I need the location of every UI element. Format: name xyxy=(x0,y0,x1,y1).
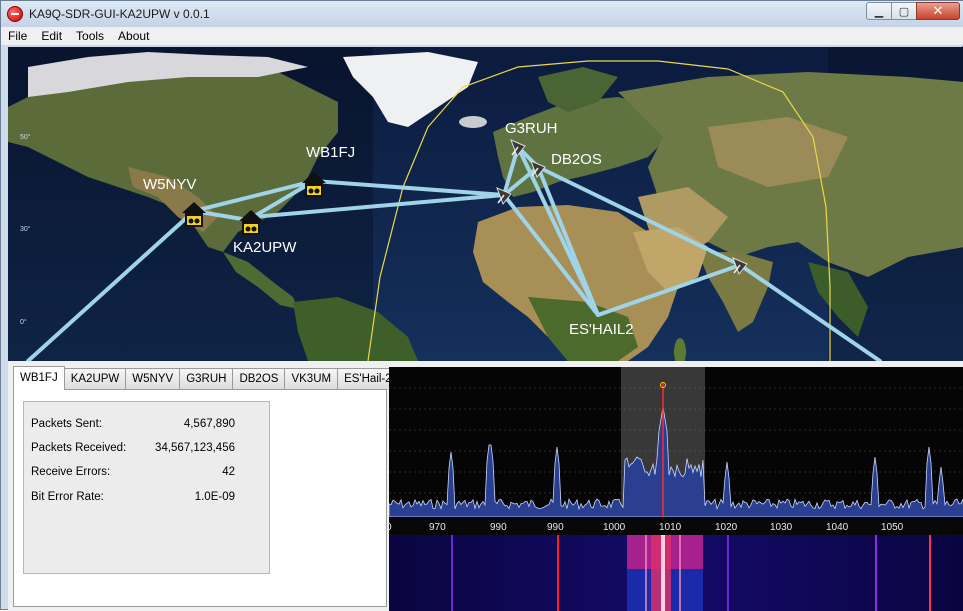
freq-tick-1010: 1010 xyxy=(659,522,682,533)
app-logo-icon xyxy=(7,6,23,22)
freq-tick-1050: 1050 xyxy=(881,522,904,533)
minimize-button[interactable]: ▁ xyxy=(866,2,892,20)
menu-file[interactable]: File xyxy=(1,27,34,46)
minimize-icon: ▁ xyxy=(874,4,884,18)
spectrum-display[interactable]: 0 970 990 990 1000 1010 1020 1030 1040 1… xyxy=(389,367,963,611)
tab-db2os[interactable]: DB2OS xyxy=(232,368,286,390)
maximize-icon: ▢ xyxy=(898,4,910,18)
lat-label-30: 30° xyxy=(20,225,31,233)
receive-errors-value: 42 xyxy=(222,466,235,478)
lat-label-50: 50° xyxy=(20,133,31,141)
station-tabs: WB1FJ KA2UPW W5NYV G3RUH DB2OS VK3UM ES'… xyxy=(13,366,399,390)
app-window: KA9Q-SDR-GUI-KA2UPW v 0.0.1 ▁ ▢ ✕ File E… xyxy=(0,0,963,611)
lat-label-0: 0° xyxy=(20,318,27,326)
tab-g3ruh[interactable]: G3RUH xyxy=(179,368,234,390)
receive-errors-label: Receive Errors: xyxy=(31,466,111,478)
title-bar[interactable]: KA9Q-SDR-GUI-KA2UPW v 0.0.1 ▁ ▢ ✕ xyxy=(1,1,963,27)
tab-w5nyv[interactable]: W5NYV xyxy=(125,368,181,390)
map-canvas: 50° 30° 0° WB1FJ W5NYV KA2UPW G3RUH DB2O… xyxy=(8,47,963,361)
tab-wb1fj[interactable]: WB1FJ xyxy=(13,366,65,390)
close-icon: ✕ xyxy=(932,3,944,19)
packets-sent-label: Packets Sent: xyxy=(31,418,102,430)
window-controls: ▁ ▢ ✕ xyxy=(866,2,960,21)
svg-text:0: 0 xyxy=(389,522,392,533)
ber-label: Bit Error Rate: xyxy=(31,491,104,503)
freq-tick-1000: 1000 xyxy=(603,522,626,533)
label-eshail2: ES'HAIL2 xyxy=(569,321,634,338)
packets-received-value: 34,567,123,456 xyxy=(155,442,235,454)
packets-received-label: Packets Received: xyxy=(31,442,127,454)
menu-tools[interactable]: Tools xyxy=(69,27,111,46)
ber-value: 1.0E-09 xyxy=(194,491,235,503)
label-db2os: DB2OS xyxy=(551,151,602,168)
freq-tick-990-a: 990 xyxy=(490,522,507,533)
spectrum-canvas: 0 970 990 990 1000 1010 1020 1030 1040 1… xyxy=(389,367,963,611)
stat-bit-error-rate: Bit Error Rate: 1.0E-09 xyxy=(31,491,235,505)
window-title: KA9Q-SDR-GUI-KA2UPW v 0.0.1 xyxy=(29,7,210,21)
freq-tick-970: 970 xyxy=(429,522,446,533)
label-g3ruh: G3RUH xyxy=(505,120,558,137)
tab-ka2upw[interactable]: KA2UPW xyxy=(63,368,127,390)
stat-packets-received: Packets Received: 34,567,123,456 xyxy=(31,442,235,456)
freq-tick-1040: 1040 xyxy=(826,522,849,533)
menu-about[interactable]: About xyxy=(111,27,156,46)
packets-sent-value: 4,567,890 xyxy=(183,418,235,430)
menu-bar: File Edit Tools About xyxy=(1,27,963,46)
label-w5nyv: W5NYV xyxy=(143,176,196,193)
freq-tick-1020: 1020 xyxy=(715,522,738,533)
maximize-button[interactable]: ▢ xyxy=(891,2,917,20)
stat-packets-sent: Packets Sent: 4,567,890 xyxy=(31,418,235,432)
close-button[interactable]: ✕ xyxy=(916,2,960,20)
stat-receive-errors: Receive Errors: 42 xyxy=(31,466,235,480)
menu-edit[interactable]: Edit xyxy=(34,27,69,46)
label-ka2upw: KA2UPW xyxy=(233,239,297,256)
world-map[interactable]: 50° 30° 0° WB1FJ W5NYV KA2UPW G3RUH DB2O… xyxy=(8,47,963,361)
freq-tick-990-b: 990 xyxy=(547,522,564,533)
tab-vk3um[interactable]: VK3UM xyxy=(284,368,339,390)
freq-tick-1030: 1030 xyxy=(770,522,793,533)
stats-box: Packets Sent: 4,567,890 Packets Received… xyxy=(23,401,270,574)
tab-panel: Packets Sent: 4,567,890 Packets Received… xyxy=(13,389,387,607)
label-wb1fj: WB1FJ xyxy=(306,144,355,161)
